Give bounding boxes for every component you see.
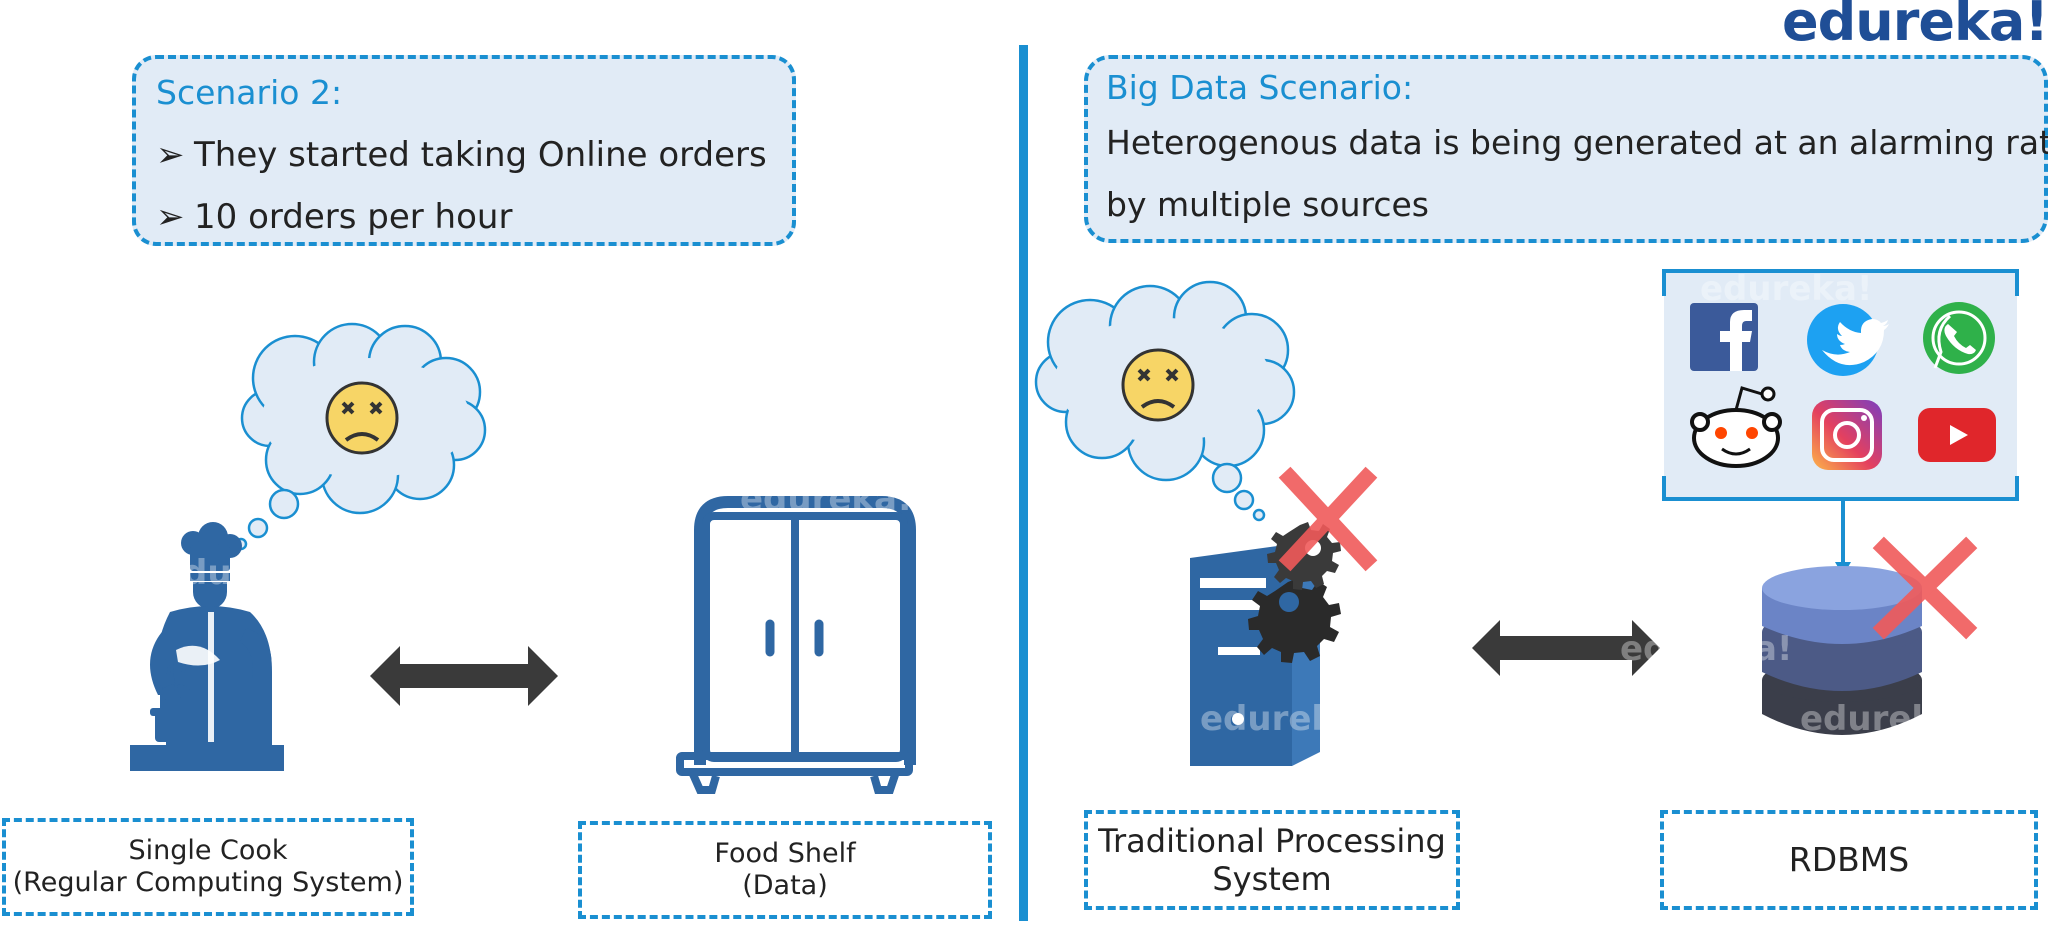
traditional-processing-system-label-line-1: Traditional Processing [1098, 821, 1446, 860]
single-cook-label-line-1: Single Cook [128, 834, 288, 866]
traditional-processing-system-label: Traditional Processing System [1084, 810, 1460, 910]
whatsapp-icon [1923, 302, 1995, 374]
instagram-icon [1812, 400, 1882, 470]
single-cook-label-line-2: (Regular Computing System) [12, 867, 404, 898]
sad-face-icon [325, 381, 399, 455]
watermark-text: edureka! [160, 553, 333, 593]
rdbms-label: RDBMS [1660, 810, 2038, 910]
sad-face-icon [1121, 348, 1195, 422]
watermark-text: edureka! [740, 479, 913, 519]
cabinet-icon [676, 496, 916, 794]
watermark-text: edureka! [1200, 699, 1373, 739]
single-cook-label: Single Cook (Regular Computing System) [2, 818, 414, 916]
watermark-text: edureka! [1620, 629, 1793, 669]
food-shelf-label: Food Shelf (Data) [578, 821, 992, 919]
youtube-icon [1918, 408, 1996, 462]
double-arrow-icon [370, 646, 558, 706]
diagram-graphics: edureka! edureka! edureka! edureka! edur… [130, 269, 2019, 794]
watermark-text: edureka! [1800, 699, 1973, 739]
facebook-icon [1690, 303, 1758, 371]
watermark-text: edureka! [1700, 269, 1873, 309]
traditional-processing-system-label-line-2: System [1212, 860, 1332, 898]
rdbms-label-text: RDBMS [1788, 840, 1910, 880]
food-shelf-label-line-2: (Data) [742, 870, 828, 901]
food-shelf-label-line-1: Food Shelf [714, 837, 856, 869]
